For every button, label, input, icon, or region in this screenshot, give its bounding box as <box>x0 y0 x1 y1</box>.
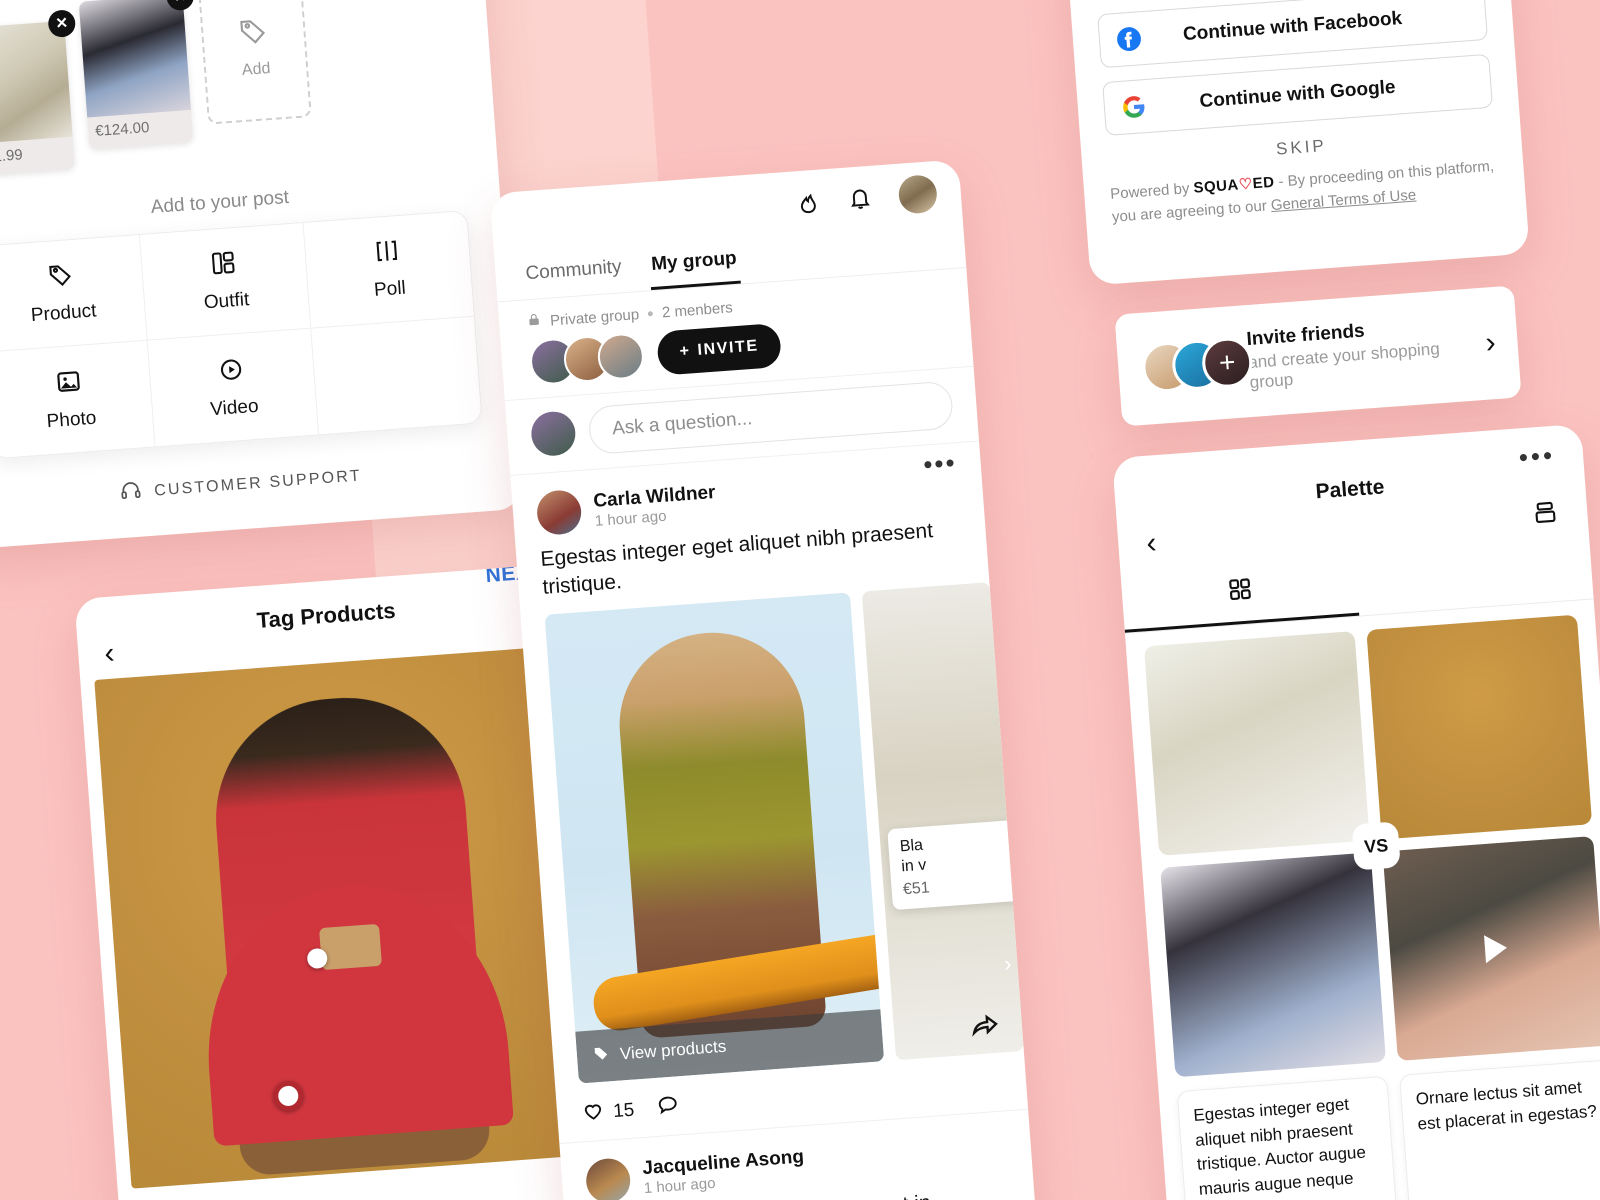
action-label: Photo <box>45 407 97 432</box>
brand-left: SQUA <box>1192 176 1240 197</box>
add-tile-label: Add <box>241 59 271 79</box>
cards-icon[interactable] <box>1530 497 1560 532</box>
continue-with-google-button[interactable]: Continue with Google <box>1102 53 1494 137</box>
grid-icon <box>1226 575 1254 608</box>
tab-community[interactable]: Community <box>522 248 625 299</box>
play-icon[interactable] <box>1483 933 1508 964</box>
post-composer-panel: €51.99 ✕ €124.00 ✕ Add Add to your post … <box>0 0 524 550</box>
tag-icon <box>592 1044 611 1067</box>
palette-panel: ••• Palette ‹ VS Egestas integer eget al… <box>1112 423 1600 1200</box>
tag-icon <box>47 261 75 295</box>
separator-dot <box>647 310 654 316</box>
lock-icon <box>526 311 541 332</box>
heart-icon <box>580 1097 606 1129</box>
add-to-post-grid: Product Outfit Poll Photo Video <box>0 209 483 460</box>
social-login-panel: Continue with Facebook Continue with Goo… <box>1060 0 1530 286</box>
invite-friends-card[interactable]: Invite friends and create your shopping … <box>1114 285 1522 427</box>
bell-icon[interactable] <box>846 185 874 213</box>
add-video-action[interactable]: Video <box>148 328 319 447</box>
comment-icon[interactable] <box>655 1092 681 1123</box>
brand-right: ED <box>1252 173 1276 193</box>
tagged-product-thumb[interactable]: €124.00 ✕ <box>78 0 195 150</box>
add-outfit-action[interactable]: Outfit <box>140 222 311 341</box>
product-image <box>0 20 73 145</box>
terms-link[interactable]: General Terms of Use <box>1270 186 1416 214</box>
product-image <box>78 0 191 118</box>
invite-button[interactable]: + INVITE <box>656 322 783 376</box>
friend-avatars <box>1140 335 1255 394</box>
community-feed-panel: Community My group Private group 2 menbe… <box>489 159 1041 1200</box>
poll-icon <box>373 237 401 271</box>
brand-name: SQUA♡ED <box>1193 174 1275 197</box>
legal-prefix: Powered by <box>1109 179 1195 203</box>
add-poll-action[interactable]: Poll <box>303 210 474 329</box>
view-products-label: View products <box>619 1036 727 1064</box>
add-product-action[interactable]: Product <box>0 234 149 353</box>
tag-icon <box>237 15 269 52</box>
action-label: Poll <box>373 277 407 301</box>
support-label: CUSTOMER SUPPORT <box>153 466 363 500</box>
chevron-right-icon[interactable]: › <box>1484 326 1496 361</box>
avatar <box>529 410 577 458</box>
add-friend-avatar[interactable] <box>1200 335 1255 390</box>
ask-question-input[interactable]: Ask a question... <box>587 380 955 455</box>
palette-tile[interactable] <box>1160 852 1387 1078</box>
headset-icon <box>118 479 142 508</box>
palette-note[interactable]: Ornare lectus sit amet est placerat in e… <box>1399 1059 1600 1200</box>
heart-icon: ♡ <box>1238 175 1254 194</box>
tab-my-group[interactable]: My group <box>647 239 741 291</box>
action-label: Video <box>209 395 260 420</box>
flame-icon[interactable] <box>794 188 822 216</box>
empty-cell <box>311 317 482 435</box>
action-label: Outfit <box>203 289 250 314</box>
facebook-icon <box>1115 25 1143 53</box>
palette-note[interactable]: Egestas integer eget aliquet nibh praese… <box>1176 1075 1399 1200</box>
google-button-label: Continue with Google <box>1198 76 1397 113</box>
vs-badge: VS <box>1351 821 1401 871</box>
palette-video-tile[interactable] <box>1382 836 1600 1061</box>
outfit-icon <box>210 249 238 283</box>
plus-icon: + <box>679 342 692 361</box>
post-media-carousel: View products Bla in v €51 › <box>521 581 1041 1085</box>
add-product-tile[interactable]: Add <box>197 0 312 125</box>
facebook-button-label: Continue with Facebook <box>1182 8 1403 46</box>
like-count: 15 <box>612 1099 636 1122</box>
tagged-products-row: €51.99 ✕ €124.00 ✕ Add <box>0 0 462 177</box>
product-price: €51.99 <box>0 146 24 167</box>
group-privacy: Private group <box>549 305 640 330</box>
like-button[interactable]: 15 <box>580 1095 635 1129</box>
group-member-count: 2 menbers <box>661 298 734 321</box>
google-icon <box>1120 93 1148 121</box>
palette-tile[interactable] <box>1143 630 1370 856</box>
avatar[interactable] <box>584 1156 632 1200</box>
back-icon[interactable]: ‹ <box>1145 526 1157 561</box>
customer-support-button[interactable]: CUSTOMER SUPPORT <box>0 453 487 516</box>
avatar[interactable] <box>535 488 583 537</box>
photo-icon <box>55 367 83 401</box>
palette-grid: VS <box>1125 599 1600 1092</box>
avatar[interactable] <box>897 174 939 215</box>
page-title: Tag Products <box>255 597 397 633</box>
invite-label: INVITE <box>696 337 760 359</box>
post-overflow-menu[interactable]: ••• <box>922 447 957 480</box>
belt-detail <box>319 923 382 971</box>
video-icon <box>218 355 246 389</box>
action-label: Product <box>30 300 98 327</box>
add-photo-action[interactable]: Photo <box>0 340 156 459</box>
tagged-photo[interactable] <box>94 645 603 1189</box>
palette-tile[interactable] <box>1366 614 1593 840</box>
chevron-right-icon[interactable]: › <box>1003 950 1012 976</box>
post-image[interactable]: View products <box>544 592 885 1084</box>
tagged-product-thumb[interactable]: €51.99 ✕ <box>0 9 77 177</box>
share-icon[interactable] <box>969 1008 1001 1045</box>
